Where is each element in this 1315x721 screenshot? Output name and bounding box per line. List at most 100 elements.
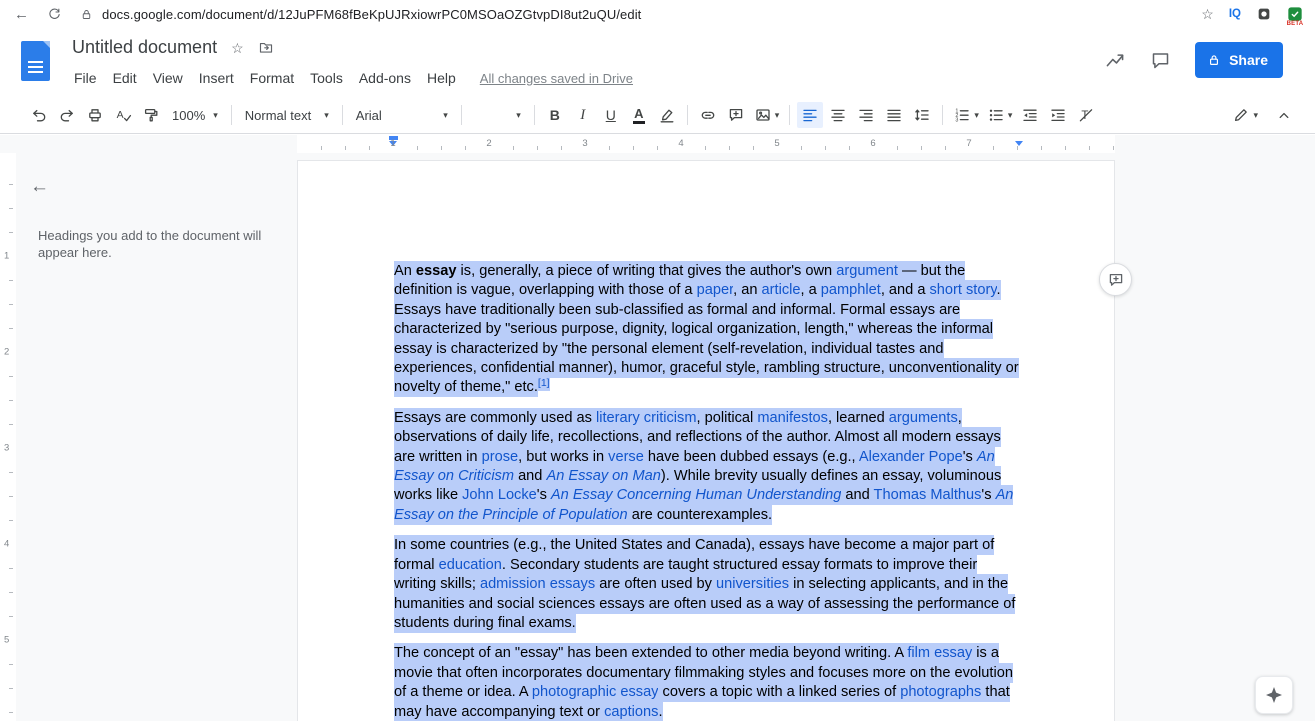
browser-reload-icon[interactable] (47, 7, 62, 22)
link-text[interactable]: short story (929, 280, 997, 301)
link-text[interactable]: Thomas Malthus (873, 485, 982, 506)
comments-icon[interactable] (1150, 50, 1171, 71)
menu-bar: File Edit View Insert Format Tools Add-ons Help… (66, 66, 633, 90)
insert-link-button[interactable] (695, 102, 721, 128)
ruler-tick (753, 146, 754, 150)
link-text[interactable]: photographic essay (531, 682, 659, 703)
link-text[interactable]: arguments (888, 407, 958, 428)
docs-logo-icon[interactable] (21, 41, 50, 81)
link-text[interactable]: John Locke (462, 485, 537, 506)
url-text[interactable]: docs.google.com/document/d/12JuPFM68fBeK… (102, 7, 641, 22)
right-indent-marker[interactable] (1014, 141, 1023, 146)
menu-format[interactable]: Format (242, 66, 302, 90)
print-button[interactable] (82, 102, 108, 128)
link-text[interactable]: An Essay Concerning Human Understanding (550, 485, 842, 506)
link-text[interactable]: manifestos (757, 407, 828, 428)
insert-image-button[interactable]: ▾ (751, 102, 783, 128)
ruler-number: 4 (678, 138, 684, 149)
align-center-button[interactable] (825, 102, 851, 128)
extension-icon[interactable] (1256, 6, 1272, 22)
menu-edit[interactable]: Edit (105, 66, 145, 90)
link-text[interactable]: Alexander Pope (858, 446, 963, 467)
bold-button[interactable]: B (542, 102, 568, 128)
paragraph[interactable]: In some countries (e.g., the United Stat… (394, 535, 1022, 633)
link-text[interactable]: admission essays (479, 574, 596, 595)
collapse-menus-button[interactable] (1271, 102, 1297, 128)
menu-insert[interactable]: Insert (191, 66, 242, 90)
redo-button[interactable] (54, 102, 80, 128)
extension-iq-icon[interactable]: IQ (1229, 8, 1241, 20)
link-text[interactable]: paper (696, 280, 734, 301)
share-button[interactable]: Share (1195, 42, 1283, 78)
ruler-tick (9, 280, 13, 281)
bulleted-list-button[interactable]: ▾ (984, 102, 1016, 128)
insert-comment-button[interactable] (723, 102, 749, 128)
paragraph[interactable]: An essay is, generally, a piece of writi… (394, 261, 1022, 398)
ruler-tick (9, 496, 13, 497)
ruler-tick (345, 146, 346, 150)
justify-button[interactable] (881, 102, 907, 128)
link-text[interactable]: pamphlet (820, 280, 881, 301)
link-text[interactable]: verse (608, 446, 644, 467)
link-text[interactable]: literary criticism (595, 407, 697, 428)
align-left-button[interactable] (797, 102, 824, 128)
align-right-button[interactable] (853, 102, 879, 128)
vertical-ruler[interactable]: 1 2 3 4 5 (0, 153, 16, 721)
paragraph[interactable]: The concept of an "essay" has been exten… (394, 643, 1022, 721)
link-text[interactable]: article (761, 280, 801, 301)
link-text[interactable]: universities (716, 574, 790, 595)
link-text[interactable]: prose (481, 446, 519, 467)
menu-add-ons[interactable]: Add-ons (351, 66, 419, 90)
editing-mode-button[interactable]: ▾ (1229, 102, 1261, 128)
document-title[interactable]: Untitled document (72, 37, 217, 58)
beta-badge: BETA (1286, 21, 1304, 27)
paragraph[interactable]: Essays are commonly used as literary cri… (394, 407, 1022, 525)
activity-dashboard-icon[interactable] (1104, 49, 1126, 71)
horizontal-ruler[interactable]: 1 2 3 4 5 6 7 (297, 135, 1115, 153)
browser-back-icon[interactable]: ← (14, 7, 29, 22)
highlight-color-button[interactable] (654, 102, 680, 128)
footnote-ref[interactable]: [1] (537, 374, 550, 391)
link-text[interactable]: argument (836, 261, 898, 281)
saved-status[interactable]: All changes saved in Drive (480, 71, 633, 86)
undo-icon (33, 109, 46, 122)
paragraph-style-select[interactable]: Normal text ▾ (239, 102, 335, 128)
document-text[interactable]: An essay is, generally, a piece of writi… (394, 261, 1022, 721)
paint-format-button[interactable] (138, 102, 164, 128)
numbered-list-button[interactable]: 123 ▾ (950, 102, 982, 128)
italic-button[interactable]: I (570, 102, 596, 128)
ruler-tick (9, 712, 13, 713)
close-outline-button[interactable]: ← (30, 177, 49, 196)
link-text[interactable]: film essay (907, 643, 973, 664)
decrease-indent-button[interactable] (1017, 102, 1043, 128)
font-size-select[interactable]: ▾ (469, 102, 527, 128)
pencil-icon (1235, 109, 1248, 122)
link-text[interactable]: captions (604, 701, 659, 721)
font-select[interactable]: Arial ▾ (350, 102, 454, 128)
menu-view[interactable]: View (145, 66, 191, 90)
star-document-icon[interactable]: ☆ (231, 41, 244, 55)
link-text[interactable]: photographs (900, 682, 982, 703)
link-text[interactable]: education (438, 554, 502, 575)
undo-button[interactable] (26, 102, 52, 128)
add-comment-fab[interactable] (1099, 263, 1132, 296)
redo-icon (60, 109, 73, 122)
bookmark-star-icon[interactable]: ☆ (1201, 6, 1214, 23)
ruler-tick (321, 146, 322, 150)
link-text[interactable]: An Essay on Man (546, 466, 661, 487)
underline-button[interactable]: U (598, 102, 624, 128)
extension-beta-icon[interactable]: BETA (1287, 6, 1303, 27)
menu-tools[interactable]: Tools (302, 66, 351, 90)
line-spacing-button[interactable] (909, 102, 935, 128)
move-folder-icon[interactable] (258, 40, 274, 56)
omnibox[interactable]: docs.google.com/document/d/12JuPFM68fBeK… (80, 7, 1183, 22)
menu-file[interactable]: File (66, 66, 105, 90)
zoom-select[interactable]: 100% ▾ (166, 102, 224, 128)
document-page[interactable]: An essay is, generally, a piece of writi… (297, 160, 1115, 721)
increase-indent-button[interactable] (1045, 102, 1071, 128)
spellcheck-button[interactable]: A (110, 102, 136, 128)
menu-help[interactable]: Help (419, 66, 464, 90)
clear-formatting-button[interactable]: T (1073, 102, 1099, 128)
explore-button[interactable] (1255, 676, 1293, 714)
text-color-button[interactable]: A (626, 102, 652, 128)
